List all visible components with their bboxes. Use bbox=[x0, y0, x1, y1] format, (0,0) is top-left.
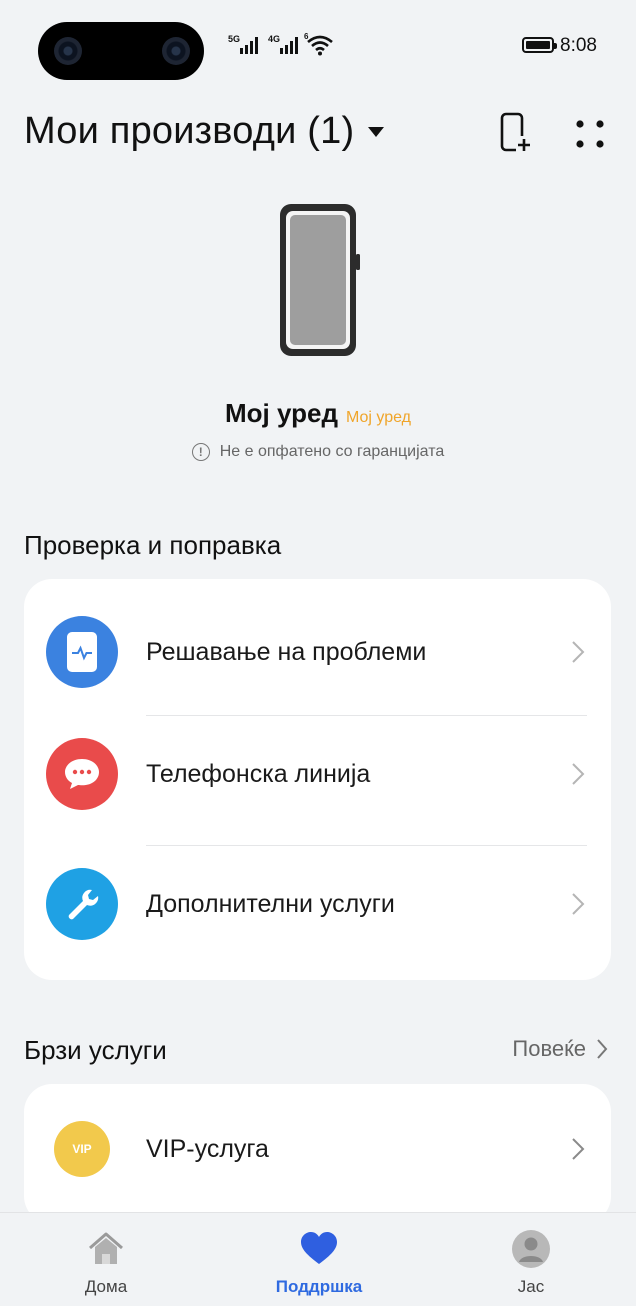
nav-label: Поддршка bbox=[275, 1277, 363, 1296]
signal-icon bbox=[240, 36, 258, 54]
signal-icon bbox=[280, 36, 298, 54]
more-link[interactable]: Повеќе bbox=[512, 1036, 608, 1062]
more-grid-icon[interactable] bbox=[572, 116, 608, 152]
battery-icon bbox=[522, 37, 557, 53]
caret-down-icon bbox=[368, 126, 385, 137]
nav-label: Дома bbox=[84, 1277, 128, 1296]
heart-icon bbox=[301, 1232, 337, 1264]
chevron-right-icon bbox=[572, 893, 585, 915]
camera-cutout bbox=[38, 22, 204, 80]
list-item-label: Решавање на проблеми bbox=[146, 637, 427, 666]
camera-lens-icon bbox=[162, 37, 190, 65]
products-dropdown[interactable]: Мои производи (1) bbox=[24, 110, 385, 153]
section-title-quick-services: Брзи услуги bbox=[24, 1035, 167, 1065]
warranty-text: Не е опфатено со гаранцијата bbox=[219, 443, 445, 460]
sim2-network-label: 4G bbox=[268, 34, 281, 44]
more-link-label: Повеќе bbox=[512, 1036, 586, 1061]
home-icon bbox=[89, 1232, 123, 1264]
quick-services-card: VIP VIP-услуга bbox=[24, 1084, 611, 1224]
list-item-phone-line[interactable]: Телефонска линија bbox=[24, 709, 611, 839]
section-title-check-repair: Проверка и поправка bbox=[24, 530, 282, 560]
nav-item-home[interactable]: Дома bbox=[41, 1213, 171, 1306]
warranty-status: ! Не е опфатено со гаранцијата bbox=[0, 443, 636, 461]
list-item-label: Телефонска линија bbox=[146, 759, 371, 788]
bottom-nav: Дома Поддршка Јас bbox=[0, 1212, 636, 1306]
list-item-label: Дополнителни услуги bbox=[146, 889, 395, 918]
nav-label: Јас bbox=[517, 1277, 545, 1296]
device-tag: Мој уред bbox=[345, 409, 411, 426]
nav-item-me[interactable]: Јас bbox=[466, 1213, 596, 1306]
list-item-troubleshooting[interactable]: Решавање на проблеми bbox=[24, 587, 611, 717]
device-name: Мој уред bbox=[225, 398, 338, 428]
wifi-icon bbox=[307, 35, 333, 56]
add-device-icon[interactable] bbox=[498, 112, 534, 154]
clock: 8:08 bbox=[560, 35, 597, 56]
chevron-right-icon bbox=[572, 1138, 585, 1160]
device-title: Мој уред Мој уред bbox=[0, 398, 636, 429]
chevron-right-icon bbox=[597, 1039, 608, 1059]
page-title: Мои производи (1) bbox=[24, 110, 355, 152]
phone-diagnostic-icon bbox=[46, 616, 118, 688]
device-phone-icon[interactable] bbox=[278, 202, 362, 360]
chat-bubble-icon bbox=[46, 738, 118, 810]
check-repair-card: Решавање на проблеми Телефонска линија Д… bbox=[24, 579, 611, 980]
chevron-right-icon bbox=[572, 641, 585, 663]
info-icon: ! bbox=[191, 443, 210, 461]
nav-item-support[interactable]: Поддршка bbox=[254, 1213, 384, 1306]
profile-icon bbox=[512, 1230, 550, 1268]
list-item-vip[interactable]: VIP VIP-услуга bbox=[24, 1084, 611, 1214]
list-item-label: VIP-услуга bbox=[146, 1134, 269, 1163]
status-bar: 5G 4G 6 8:08 bbox=[0, 0, 636, 90]
chevron-right-icon bbox=[572, 763, 585, 785]
wrench-icon bbox=[46, 868, 118, 940]
sim1-network-label: 5G bbox=[228, 34, 241, 44]
camera-lens-icon bbox=[54, 37, 82, 65]
vip-badge-icon: VIP bbox=[54, 1121, 110, 1177]
list-item-additional-services[interactable]: Дополнителни услуги bbox=[24, 839, 611, 969]
